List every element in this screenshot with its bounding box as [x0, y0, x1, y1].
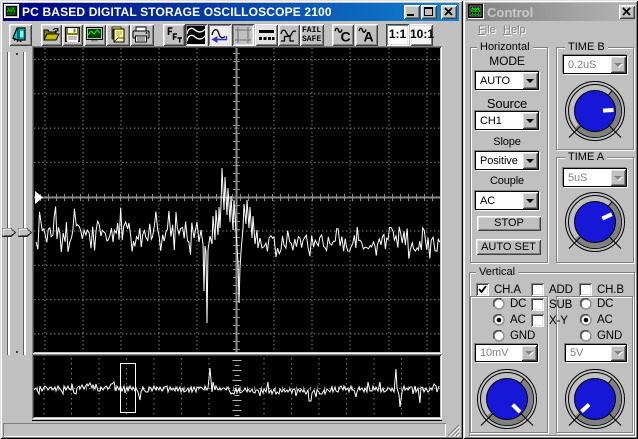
svg-text:C: C: [341, 29, 351, 45]
svg-text:A: A: [364, 29, 374, 45]
